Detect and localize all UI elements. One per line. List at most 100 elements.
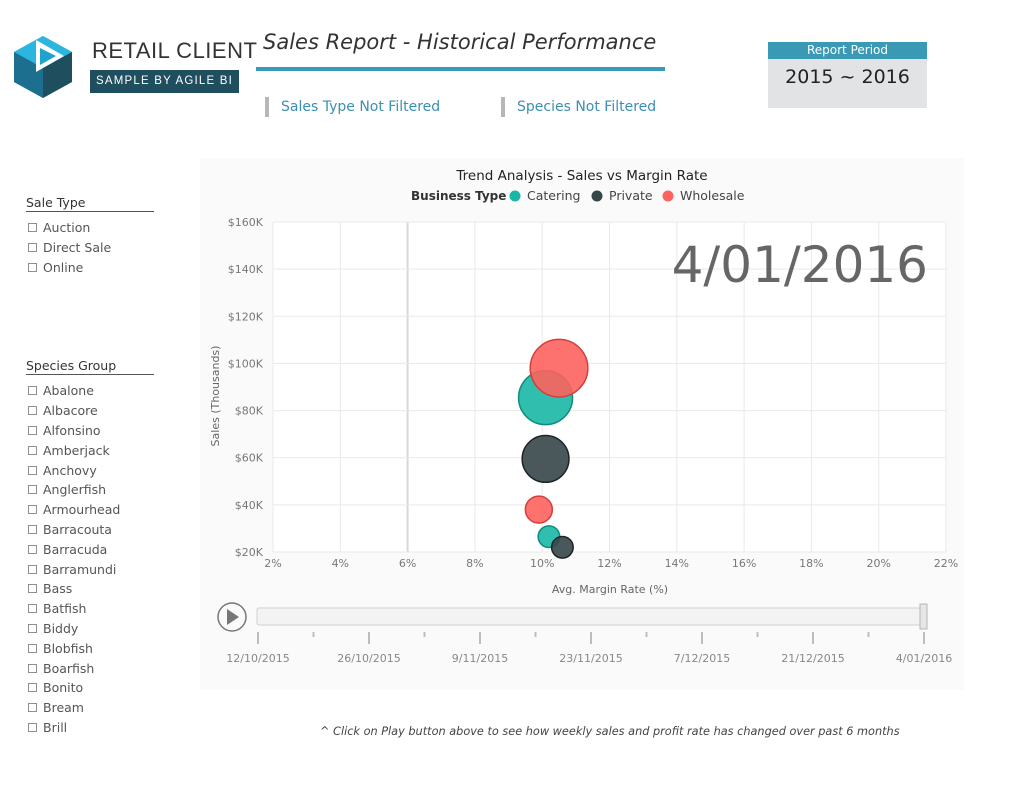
play-axis-date-label: 21/12/2015: [781, 652, 844, 665]
species-item-barracouta[interactable]: Barracouta: [26, 520, 154, 540]
species-item-label: Bream: [43, 700, 84, 716]
checkbox-icon[interactable]: [28, 604, 37, 614]
checkbox-icon[interactable]: [28, 703, 37, 713]
title-underline: [256, 67, 665, 71]
checkbox-icon[interactable]: [28, 243, 37, 253]
scatter-chart-svg: Trend Analysis - Sales vs Margin Rate Bu…: [209, 168, 958, 665]
play-button[interactable]: [217, 602, 247, 632]
x-tick-label: 22%: [934, 557, 958, 570]
checkbox-icon[interactable]: [28, 683, 37, 693]
legend-marker: [591, 190, 603, 202]
play-axis-track[interactable]: [256, 607, 926, 626]
species-group-slicer: Species Group Abalone Albacore Alfonsino Am…: [26, 358, 154, 737]
species-item-amberjack[interactable]: Amberjack: [26, 440, 154, 460]
checkbox-icon[interactable]: [28, 524, 37, 534]
trend-analysis-chart: Trend Analysis - Sales vs Margin Rate Bu…: [200, 158, 964, 690]
checkbox-icon[interactable]: [28, 584, 37, 594]
brand-cube-icon: [14, 36, 72, 98]
species-item-armourhead[interactable]: Armourhead: [26, 500, 154, 520]
play-axis-date-label: 23/11/2015: [559, 652, 622, 665]
species-item-blobfish[interactable]: Blobfish: [26, 638, 154, 658]
bubble-wholesale[interactable]: [524, 495, 554, 524]
bubble-wholesale[interactable]: [529, 338, 589, 398]
species-item-label: Amberjack: [43, 442, 110, 458]
checkbox-icon[interactable]: [28, 386, 37, 396]
legend-marker: [662, 190, 674, 202]
species-item-bream[interactable]: Bream: [26, 698, 154, 718]
x-tick-label: 18%: [799, 557, 823, 570]
play-axis-date-label: 12/10/2015: [226, 652, 289, 665]
checkbox-icon[interactable]: [28, 406, 37, 416]
brand-name: RETAIL CLIENT: [92, 38, 258, 63]
sales-type-filter-status: Sales Type Not Filtered: [265, 97, 440, 117]
checkbox-icon[interactable]: [28, 663, 37, 673]
x-tick-label: 16%: [732, 557, 756, 570]
species-item-albacore[interactable]: Albacore: [26, 401, 154, 421]
sale-type-item-auction[interactable]: Auction: [26, 218, 154, 238]
legend-label: Catering: [527, 188, 580, 203]
species-item-alfonsino[interactable]: Alfonsino: [26, 421, 154, 441]
species-item-brill[interactable]: Brill: [26, 718, 154, 738]
play-axis-date-label: 4/01/2016: [896, 652, 952, 665]
legend-label: Wholesale: [680, 188, 745, 203]
sale-type-item-online[interactable]: Online: [26, 258, 154, 278]
x-tick-label: 2%: [264, 557, 281, 570]
retail-client-logo: RETAIL CLIENT SAMPLE BY AGILE BI: [10, 34, 257, 100]
sale-type-item-label: Online: [43, 259, 84, 275]
species-item-anchovy[interactable]: Anchovy: [26, 460, 154, 480]
y-tick-label: $160K: [228, 216, 264, 229]
page-title: Sales Report - Historical Performance: [263, 30, 657, 54]
species-item-batfish[interactable]: Batfish: [26, 599, 154, 619]
species-item-label: Alfonsino: [43, 422, 101, 438]
species-item-label: Boarfish: [43, 660, 95, 676]
y-tick-label: $20K: [235, 546, 264, 559]
legend-item-private[interactable]: Private: [591, 188, 653, 203]
species-item-boarfish[interactable]: Boarfish: [26, 658, 154, 678]
legend-label: Private: [609, 188, 653, 203]
checkbox-icon[interactable]: [28, 544, 37, 554]
species-item-abalone[interactable]: Abalone: [26, 381, 154, 401]
checkbox-icon[interactable]: [28, 485, 37, 495]
checkbox-icon[interactable]: [28, 623, 37, 633]
species-item-barracuda[interactable]: Barracuda: [26, 539, 154, 559]
species-item-biddy[interactable]: Biddy: [26, 619, 154, 639]
species-item-label: Biddy: [43, 620, 79, 636]
x-tick-label: 14%: [665, 557, 689, 570]
legend-title: Business Type: [411, 189, 506, 203]
checkbox-icon[interactable]: [28, 722, 37, 732]
checkbox-icon[interactable]: [28, 564, 37, 574]
legend-item-catering[interactable]: Catering: [509, 188, 581, 203]
x-axis-label: Avg. Margin Rate (%): [552, 583, 668, 596]
checkbox-icon[interactable]: [28, 425, 37, 435]
report-period-card: Report Period 2015 ~ 2016: [768, 42, 927, 108]
legend-item-wholesale[interactable]: Wholesale: [662, 188, 745, 203]
species-item-label: Barracuda: [43, 541, 108, 557]
checkbox-icon[interactable]: [28, 505, 37, 515]
y-axis-label: Sales (Thousands): [209, 346, 222, 447]
checkbox-icon[interactable]: [28, 643, 37, 653]
bubble-private[interactable]: [521, 434, 570, 484]
species-item-label: Barramundi: [43, 561, 117, 577]
x-tick-label: 4%: [332, 557, 349, 570]
y-tick-label: $100K: [228, 357, 264, 370]
current-frame-date: 4/01/2016: [672, 236, 928, 294]
species-item-anglerfish[interactable]: Anglerfish: [26, 480, 154, 500]
bubble-private[interactable]: [550, 535, 574, 559]
species-item-label: Bonito: [43, 680, 84, 696]
checkbox-icon[interactable]: [28, 223, 37, 233]
checkbox-icon[interactable]: [28, 262, 37, 272]
play-axis-date-label: 9/11/2015: [452, 652, 508, 665]
y-tick-label: $60K: [235, 452, 264, 465]
species-item-label: Albacore: [43, 403, 98, 419]
checkbox-icon[interactable]: [28, 465, 37, 475]
sale-type-item-direct-sale[interactable]: Direct Sale: [26, 238, 154, 258]
species-item-bonito[interactable]: Bonito: [26, 678, 154, 698]
species-item-barramundi[interactable]: Barramundi: [26, 559, 154, 579]
species-item-label: Batfish: [43, 601, 87, 617]
species-item-bass[interactable]: Bass: [26, 579, 154, 599]
play-instruction-footnote: ^ Click on Play button above to see how …: [320, 725, 900, 738]
chart-legend: Business Type Catering Private Wholesale: [411, 188, 745, 203]
checkbox-icon[interactable]: [28, 445, 37, 455]
species-item-label: Blobfish: [43, 640, 93, 656]
play-axis-handle[interactable]: [919, 603, 928, 630]
